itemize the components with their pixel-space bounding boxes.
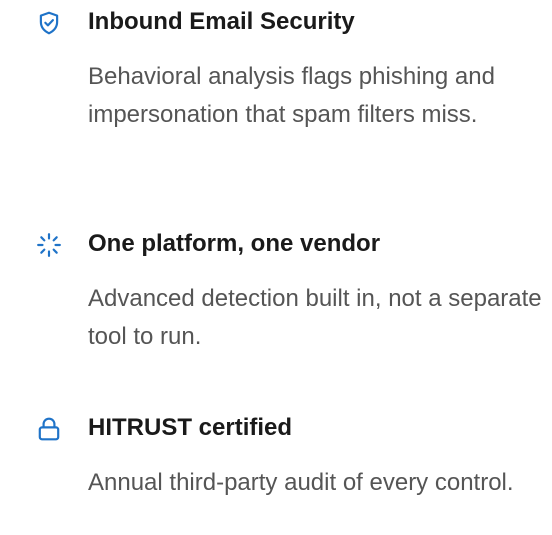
feature-title: One platform, one vendor bbox=[88, 230, 381, 257]
feature-description: Annual third-party audit of every contro… bbox=[88, 469, 514, 496]
feature-description: Behavioral analysis flags phishing and i… bbox=[88, 63, 495, 128]
feature-description: Advanced detection built in, not a separ… bbox=[88, 285, 542, 350]
feature-title: Inbound Email Security bbox=[88, 8, 355, 35]
lock-icon bbox=[36, 416, 62, 442]
sparkle-burst-icon bbox=[36, 232, 62, 258]
feature-title: HITRUST certified bbox=[88, 414, 293, 441]
shield-check-icon bbox=[36, 10, 62, 36]
feature-list: Inbound Email Security Behavioral analys… bbox=[0, 0, 552, 535]
